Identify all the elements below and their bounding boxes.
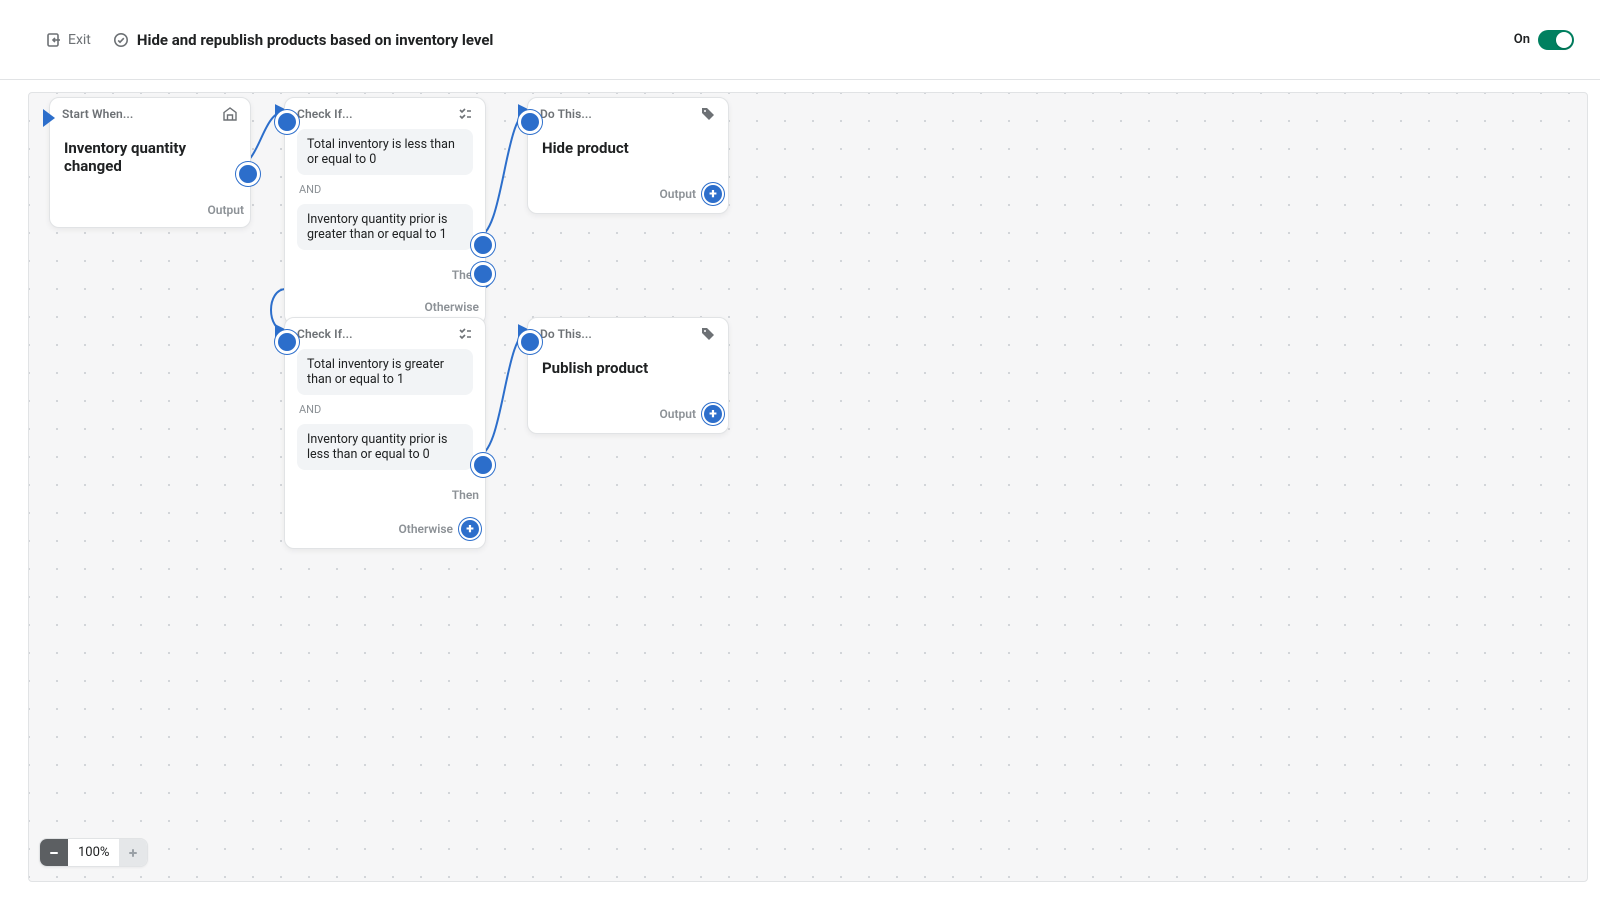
- start-play-icon: [43, 109, 55, 127]
- node-action-hide-input-port[interactable]: [518, 110, 542, 134]
- node-check-1-cond-2: Inventory quantity prior is greater than…: [297, 204, 473, 250]
- node-action-hide[interactable]: Do This... Hide product Output: [527, 97, 729, 214]
- node-action-hide-title: Hide product: [540, 129, 716, 167]
- exit-icon: [46, 32, 62, 48]
- exit-label: Exit: [68, 32, 91, 48]
- node-check-2-cond-1: Total inventory is greater than or equal…: [297, 349, 473, 395]
- topbar: Exit Hide and republish products based o…: [0, 0, 1600, 80]
- node-check-2-then-label: Then: [452, 488, 479, 502]
- node-check-2[interactable]: Check If... Total inventory is greater t…: [284, 317, 486, 549]
- node-check-1-op: AND: [297, 175, 473, 204]
- exit-button[interactable]: Exit: [40, 28, 97, 52]
- node-action-publish-type: Do This...: [540, 327, 592, 341]
- node-check-2-cond-2: Inventory quantity prior is less than or…: [297, 424, 473, 470]
- checklist-icon: [457, 326, 473, 342]
- tag-icon: [700, 106, 716, 122]
- node-check-2-op: AND: [297, 395, 473, 424]
- app: Exit Hide and republish products based o…: [0, 0, 1600, 900]
- node-action-publish-output-label: Output: [660, 407, 696, 421]
- workflow-toggle-wrap: On: [1514, 30, 1574, 50]
- canvas-wrap: Start When... Inventory quantity changed…: [0, 80, 1600, 900]
- node-start[interactable]: Start When... Inventory quantity changed…: [49, 97, 251, 228]
- node-check-1[interactable]: Check If... Total inventory is less than…: [284, 97, 486, 325]
- zoom-out-button[interactable]: [40, 839, 68, 866]
- node-action-publish-input-port[interactable]: [518, 330, 542, 354]
- checklist-icon: [457, 106, 473, 122]
- toggle-knob: [1556, 32, 1572, 48]
- node-action-publish-add-output[interactable]: +: [704, 405, 722, 423]
- node-check-1-otherwise-label: Otherwise: [425, 300, 479, 314]
- node-check-2-add-otherwise[interactable]: +: [461, 520, 479, 538]
- node-start-title: Inventory quantity changed: [62, 129, 238, 185]
- node-check-2-otherwise-label: Otherwise: [399, 522, 453, 536]
- node-check-2-then-port[interactable]: [471, 453, 495, 477]
- zoom-in-button[interactable]: [119, 839, 147, 866]
- node-start-output-port[interactable]: [236, 162, 260, 186]
- node-check-2-input-port[interactable]: [275, 330, 299, 354]
- page-title: Hide and republish products based on inv…: [137, 31, 494, 49]
- canvas[interactable]: Start When... Inventory quantity changed…: [28, 92, 1588, 882]
- node-check-1-type: Check If...: [297, 107, 353, 121]
- node-action-hide-add-output[interactable]: +: [704, 185, 722, 203]
- node-check-1-cond-1: Total inventory is less than or equal to…: [297, 129, 473, 175]
- node-start-type: Start When...: [62, 107, 133, 121]
- node-action-publish[interactable]: Do This... Publish product Output: [527, 317, 729, 434]
- node-check-2-type: Check If...: [297, 327, 353, 341]
- workflow-toggle[interactable]: [1538, 30, 1574, 50]
- zoom-percent: 100%: [68, 839, 119, 866]
- connectors: [29, 93, 1587, 881]
- node-action-hide-type: Do This...: [540, 107, 592, 121]
- warehouse-icon: [222, 106, 238, 122]
- tag-icon: [700, 326, 716, 342]
- node-check-1-then-port[interactable]: [471, 233, 495, 257]
- status-check-icon: [113, 32, 129, 48]
- node-start-output-label: Output: [208, 203, 244, 217]
- node-check-1-otherwise-port[interactable]: [471, 262, 495, 286]
- node-action-hide-output-label: Output: [660, 187, 696, 201]
- zoom-control: 100%: [39, 838, 148, 867]
- node-action-publish-title: Publish product: [540, 349, 716, 387]
- title-wrap: Hide and republish products based on inv…: [113, 31, 494, 49]
- node-check-1-input-port[interactable]: [275, 110, 299, 134]
- workflow-toggle-label: On: [1514, 32, 1530, 47]
